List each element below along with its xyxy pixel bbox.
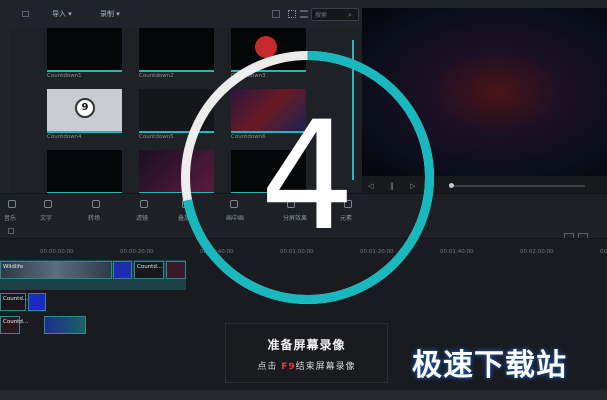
hint-prefix: 点击: [257, 362, 278, 372]
tool-icon[interactable]: [140, 200, 148, 208]
media-thumb-label: Countdown1: [47, 73, 82, 79]
ruler-tick-label: 00:00:00:00: [40, 249, 74, 255]
chevron-down-icon: ▾: [116, 10, 120, 18]
media-thumb[interactable]: [47, 28, 122, 72]
timeline-clip[interactable]: Countd...: [134, 261, 164, 279]
media-thumb[interactable]: [47, 150, 122, 194]
hint-suffix: 结束屏幕录像: [295, 362, 356, 372]
status-bar: [0, 390, 607, 400]
timeline-clip[interactable]: Wildlife: [0, 261, 112, 279]
thumb-digit: 9: [75, 98, 95, 118]
tool-label[interactable]: 滤镜: [136, 213, 148, 222]
media-thumb-label: Countdown2: [139, 73, 174, 79]
hotkey-label: F9: [281, 362, 296, 372]
panel-toggle-icon[interactable]: [22, 11, 29, 17]
tool-icon[interactable]: [44, 200, 52, 208]
timeline-clip[interactable]: Countd...: [0, 293, 29, 311]
ruler-tick-label: 00:02:20:00: [600, 249, 607, 255]
recording-message: 准备屏幕录像 点击 F9结束屏幕录像: [225, 323, 388, 383]
list-view-icon[interactable]: [300, 10, 308, 18]
timeline-clip[interactable]: [44, 316, 86, 334]
preview-scrubber[interactable]: [450, 185, 585, 187]
ruler-tick-label: 00:00:20:00: [120, 249, 154, 255]
import-label: 导入: [52, 10, 66, 18]
clip-label: Wildlife: [3, 264, 24, 270]
message-hint: 点击 F9结束屏幕录像: [226, 359, 387, 372]
record-label: 录制: [100, 10, 114, 18]
ruler-tick-label: 00:01:40:00: [440, 249, 474, 255]
ruler-tick-label: 00:02:00:00: [520, 249, 554, 255]
record-button[interactable]: 录制 ▾: [100, 8, 120, 20]
clip-label: Countd...: [3, 296, 29, 302]
media-thumb-label: Countdown4: [47, 134, 82, 140]
timeline-clip[interactable]: [28, 293, 46, 311]
timeline-clip[interactable]: Countd...: [0, 316, 28, 334]
import-button[interactable]: 导入 ▾: [52, 8, 72, 20]
tool-icon[interactable]: [92, 200, 100, 208]
chevron-down-icon: ▾: [68, 10, 72, 18]
tool-label[interactable]: 音乐: [4, 213, 16, 222]
watermark: 极速下载站: [412, 348, 567, 383]
tool-icon[interactable]: [8, 200, 16, 208]
timeline-clip[interactable]: [113, 261, 132, 279]
tool-label[interactable]: 转场: [88, 213, 100, 222]
clip-label: Countd...: [3, 319, 29, 325]
message-title: 准备屏幕录像: [267, 338, 346, 352]
filter-icon[interactable]: [272, 10, 280, 18]
grid-view-icon[interactable]: [288, 10, 296, 18]
media-thumb-label: Countdown5: [139, 134, 174, 140]
media-thumb[interactable]: 9: [47, 89, 122, 133]
countdown-number: 4: [259, 90, 356, 264]
clip-label: Countd...: [137, 264, 163, 270]
search-icon: ⌕: [348, 11, 352, 19]
tool-label[interactable]: 文字: [40, 213, 52, 222]
undo-icon[interactable]: [8, 228, 14, 234]
scrubber-handle[interactable]: [449, 183, 454, 188]
